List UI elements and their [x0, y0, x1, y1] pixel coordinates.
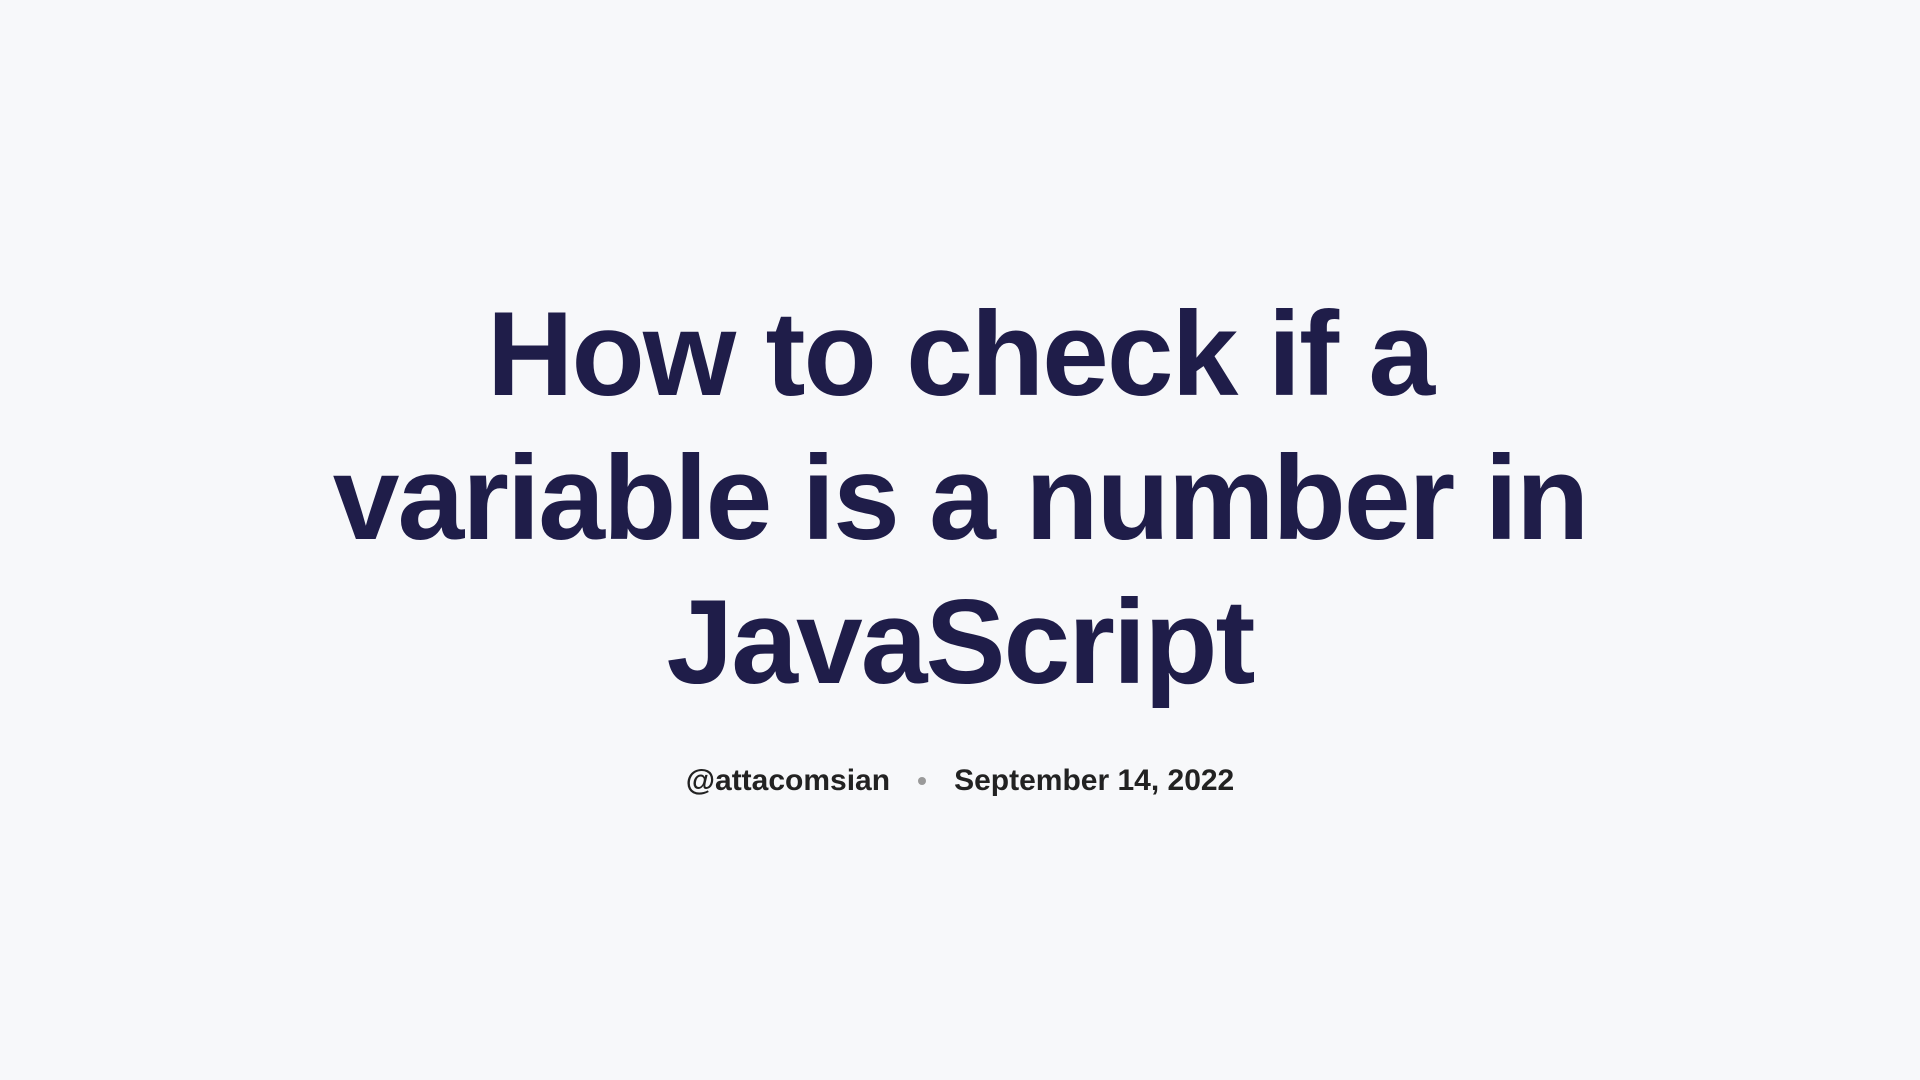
- publish-date: September 14, 2022: [954, 764, 1234, 798]
- article-meta: @attacomsian September 14, 2022: [686, 764, 1235, 798]
- article-header: How to check if a variable is a number i…: [260, 282, 1660, 798]
- separator-dot: [918, 777, 926, 785]
- article-title: How to check if a variable is a number i…: [260, 282, 1660, 714]
- author-handle: @attacomsian: [686, 764, 890, 798]
